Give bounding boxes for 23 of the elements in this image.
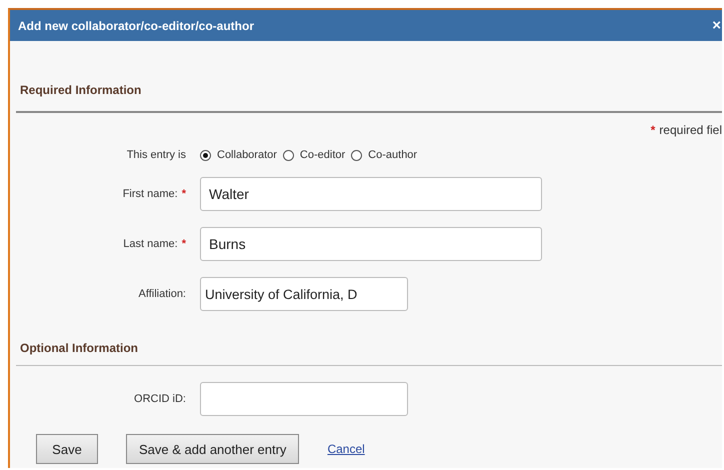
section-heading: Optional Information [16, 331, 722, 366]
field-label: This entry is [126, 149, 186, 161]
text-field[interactable]: University of California, D [200, 277, 408, 311]
section-heading: Required Information [16, 73, 722, 113]
form-button[interactable]: Save [36, 434, 98, 464]
field-label: Affiliation: [138, 288, 186, 300]
text-field[interactable]: Walter [200, 177, 542, 211]
text-field[interactable] [200, 382, 408, 416]
field-label: First name: [122, 188, 178, 200]
dialog-title: Add new collaborator/co-editor/co-author [18, 18, 254, 32]
field-label: Last name: [123, 238, 178, 250]
form-button[interactable]: Save & add another entry [126, 434, 300, 464]
required-mark: * [650, 123, 656, 137]
close-button[interactable]: × [712, 18, 721, 33]
radio-option[interactable]: Co-editor [282, 149, 346, 161]
required-mark: * [182, 188, 186, 200]
cancel-link[interactable]: Cancel [327, 442, 365, 456]
field-label: ORCID iD: [134, 393, 186, 405]
radio-option[interactable]: Collaborator [200, 149, 277, 161]
required-mark: * [182, 238, 186, 250]
text-field[interactable]: Burns [200, 227, 542, 261]
radio-option[interactable]: Co-author [351, 149, 418, 161]
required-note: required fiel [659, 123, 722, 137]
